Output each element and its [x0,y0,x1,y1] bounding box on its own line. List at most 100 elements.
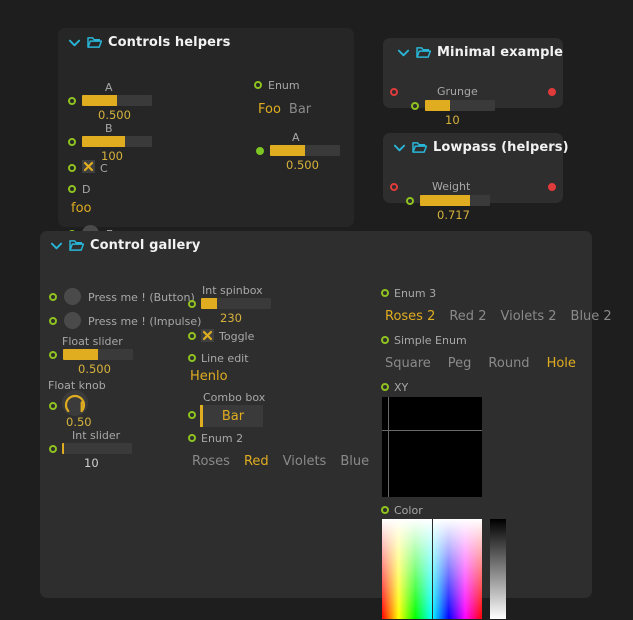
port-int-slider[interactable] [49,445,57,453]
knob-float[interactable] [62,390,88,416]
simple-enum-option-2[interactable]: Round [488,356,529,371]
node-controls-helpers[interactable]: Controls helpers A 0.500 B 100 C D foo E… [58,28,354,242]
slider-weight[interactable] [420,195,490,206]
port-line-edit[interactable] [188,354,196,362]
enum-2-options[interactable]: Roses Red Violets Blue [192,454,369,469]
float-knob-value: 0.50 [66,415,92,429]
port-grunge[interactable] [411,102,419,110]
node-lowpass-helpers[interactable]: Lowpass (helpers) Weight 0.717 [383,133,569,222]
color-saturation-value-field[interactable] [382,519,482,619]
button-press-me-button[interactable] [64,288,81,305]
slider-b[interactable] [82,136,152,147]
line-edit-input[interactable]: Henlo [190,369,228,384]
node-title: Control gallery [90,238,201,253]
enum-3-label: Enum 3 [394,287,437,300]
node-output-port[interactable] [548,88,556,96]
simple-enum-options[interactable]: Square Peg Round Hole [385,356,576,371]
port-button-1[interactable] [49,293,57,301]
node-input-port[interactable] [390,88,398,96]
color-value-strip[interactable] [490,519,506,619]
node-header[interactable]: Controls helpers [58,28,354,54]
port-line-d[interactable] [68,185,76,193]
port-toggle[interactable] [188,332,196,340]
slider-grunge[interactable] [425,100,495,111]
button-2-label: Press me ! (Impulse) [88,315,202,328]
chevron-down-icon[interactable] [68,36,81,49]
chevron-down-icon[interactable] [50,239,63,252]
grunge-value: 10 [445,113,460,127]
checkbox-c[interactable] [82,160,95,173]
line-edit-label: Line edit [201,352,249,365]
chevron-down-icon[interactable] [397,46,410,59]
enum-3-option-1[interactable]: Red 2 [449,309,486,324]
xy-pad-cursor-x [388,397,389,497]
chevron-down-icon[interactable] [393,141,406,154]
port-xy[interactable] [381,383,389,391]
int-slider-value: 10 [84,456,99,470]
checkbox-toggle[interactable] [201,329,214,342]
xy-pad[interactable] [382,397,482,497]
node-header[interactable]: Lowpass (helpers) [383,133,569,159]
port-slider-a[interactable] [68,97,76,105]
enum-2-label: Enum 2 [201,432,244,445]
port-enum-2[interactable] [188,434,196,442]
simple-enum-option-0[interactable]: Square [385,356,431,371]
spinbox-int[interactable] [201,298,271,309]
enum-2-option-1[interactable]: Red [244,454,269,469]
port-combo-box[interactable] [188,411,196,419]
port-slider-b[interactable] [68,138,76,146]
enum-3-option-3[interactable]: Blue 2 [571,309,612,324]
port-int-spinbox[interactable] [188,300,196,308]
weight-value: 0.717 [437,208,470,222]
enum-3-option-0[interactable]: Roses 2 [385,309,435,324]
node-header[interactable]: Minimal example [383,38,563,64]
x-mark-icon [202,330,213,341]
port-float-slider[interactable] [49,351,57,359]
node-graph-canvas[interactable]: Controls helpers A 0.500 B 100 C D foo E… [0,0,633,620]
enum-options[interactable]: Foo Bar [258,102,311,117]
port-enum[interactable] [254,81,262,89]
port-simple-enum[interactable] [381,336,389,344]
simple-enum-option-1[interactable]: Peg [448,356,472,371]
slider-int[interactable] [62,443,132,454]
node-input-port[interactable] [390,183,398,191]
slider-a-value: 0.500 [98,108,131,122]
slider-float[interactable] [63,349,133,360]
node-header[interactable]: Control gallery [40,231,592,257]
port-color[interactable] [381,506,389,514]
enum-option-1[interactable]: Bar [289,102,311,117]
enum-2-option-3[interactable]: Blue [340,454,369,469]
button-press-me-impulse[interactable] [64,312,81,329]
line-edit-d[interactable]: foo [71,201,91,216]
slider-a[interactable] [82,95,152,106]
button-1-label: Press me ! (Button) [88,291,195,304]
enum-option-0[interactable]: Foo [258,102,281,117]
port-float-knob[interactable] [49,402,57,410]
combo-box-value: Bar [221,408,245,424]
color-label: Color [394,504,423,517]
port-check-c[interactable] [68,164,76,172]
slider-b-value: 100 [101,149,123,163]
port-button-2[interactable] [49,317,57,325]
slider-a2[interactable] [270,145,340,156]
enum-3-options[interactable]: Roses 2 Red 2 Violets 2 Blue 2 [385,309,612,324]
enum-2-option-0[interactable]: Roses [192,454,230,469]
color-picker[interactable] [382,519,506,620]
slider-a2-value: 0.500 [286,158,319,172]
folder-icon [87,37,102,48]
float-slider-label: Float slider [62,335,123,348]
port-enum-3[interactable] [381,289,389,297]
node-minimal-example[interactable]: Minimal example Grunge 10 [383,38,563,127]
port-slider-a2[interactable] [256,147,264,155]
node-control-gallery[interactable]: Control gallery Press me ! (Button) Pres… [40,231,612,619]
simple-enum-option-3[interactable]: Hole [547,356,576,371]
knob-arc [64,394,86,413]
color-picker-gradients[interactable] [382,519,482,620]
float-slider-value: 0.500 [78,362,111,376]
node-output-port[interactable] [548,183,556,191]
combo-box[interactable]: Bar [200,405,263,427]
enum-3-option-2[interactable]: Violets 2 [500,309,556,324]
port-weight[interactable] [406,197,414,205]
color-sv-cursor [432,519,433,619]
enum-2-option-2[interactable]: Violets [283,454,327,469]
